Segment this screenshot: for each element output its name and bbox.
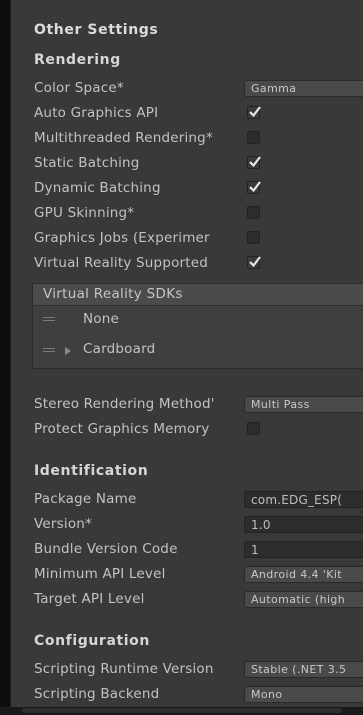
scripting-runtime-version-label: Scripting Runtime Version <box>34 661 214 677</box>
other-settings-panel: Other Settings Rendering Color Space* Ga… <box>10 0 363 707</box>
checkmark-icon <box>249 181 261 193</box>
scripting-backend-dropdown[interactable]: Mono <box>244 686 363 703</box>
protect-graphics-memory-checkbox[interactable] <box>247 422 260 435</box>
dynamic-batching-label: Dynamic Batching <box>34 180 161 196</box>
checkmark-icon <box>249 106 261 118</box>
minimum-api-level-dropdown[interactable]: Android 4.4 'Kit <box>244 566 363 583</box>
multithreaded-rendering-label: Multithreaded Rendering* <box>34 130 213 146</box>
configuration-section-title: Configuration <box>34 633 150 649</box>
minimum-api-level-label: Minimum API Level <box>34 566 166 582</box>
vr-sdk-item-cardboard: Cardboard <box>83 341 156 357</box>
scripting-backend-label: Scripting Backend <box>34 686 160 702</box>
package-name-label: Package Name <box>34 491 137 507</box>
rendering-section-title: Rendering <box>34 52 121 68</box>
checkmark-icon <box>249 156 261 168</box>
color-space-dropdown[interactable]: Gamma <box>244 80 363 97</box>
checkmark-icon <box>249 256 261 268</box>
drag-handle-icon[interactable] <box>43 317 55 323</box>
color-space-label: Color Space* <box>34 80 124 96</box>
graphics-jobs-label: Graphics Jobs (Experimer <box>34 230 210 246</box>
list-item[interactable]: Cardboard <box>33 336 363 366</box>
gpu-skinning-checkbox[interactable] <box>247 206 260 219</box>
foldout-arrow-icon[interactable] <box>65 347 71 355</box>
auto-graphics-api-checkbox[interactable] <box>247 106 261 119</box>
dynamic-batching-checkbox[interactable] <box>247 181 261 194</box>
static-batching-label: Static Batching <box>34 155 140 171</box>
protect-graphics-memory-label: Protect Graphics Memory <box>34 421 210 437</box>
stereo-rendering-method-label: Stereo Rendering Method' <box>34 396 215 412</box>
static-batching-checkbox[interactable] <box>247 156 261 169</box>
version-label: Version* <box>34 516 92 532</box>
drag-handle-icon[interactable] <box>43 348 55 354</box>
vr-sdk-list-header: Virtual Reality SDKs <box>33 284 363 306</box>
gpu-skinning-label: GPU Skinning* <box>34 205 135 221</box>
target-api-level-label: Target API Level <box>34 591 145 607</box>
vr-supported-label: Virtual Reality Supported <box>34 255 209 271</box>
vr-sdk-item-none: None <box>83 311 120 327</box>
vr-sdk-list-title: Virtual Reality SDKs <box>43 286 183 302</box>
other-settings-header[interactable]: Other Settings <box>34 22 158 38</box>
target-api-level-dropdown[interactable]: Automatic (high <box>244 591 363 608</box>
vr-sdk-list: Virtual Reality SDKs None Cardboard <box>32 283 363 369</box>
stereo-rendering-method-dropdown[interactable]: Multi Pass <box>244 396 363 413</box>
graphics-jobs-checkbox[interactable] <box>247 231 260 244</box>
horizontal-scrollbar[interactable] <box>0 707 363 715</box>
package-name-field[interactable]: com.EDG_ESP( <box>244 491 363 508</box>
bundle-version-code-field[interactable]: 1 <box>244 541 363 558</box>
scripting-runtime-version-dropdown[interactable]: Stable (.NET 3.5 <box>244 661 363 678</box>
scrollbar-thumb[interactable] <box>22 708 342 713</box>
list-item[interactable]: None <box>33 306 363 336</box>
multithreaded-rendering-checkbox[interactable] <box>247 131 260 144</box>
version-field[interactable]: 1.0 <box>244 516 363 533</box>
vr-supported-checkbox[interactable] <box>247 256 261 269</box>
bundle-version-code-label: Bundle Version Code <box>34 541 178 557</box>
auto-graphics-api-label: Auto Graphics API <box>34 105 159 121</box>
identification-section-title: Identification <box>34 463 149 479</box>
